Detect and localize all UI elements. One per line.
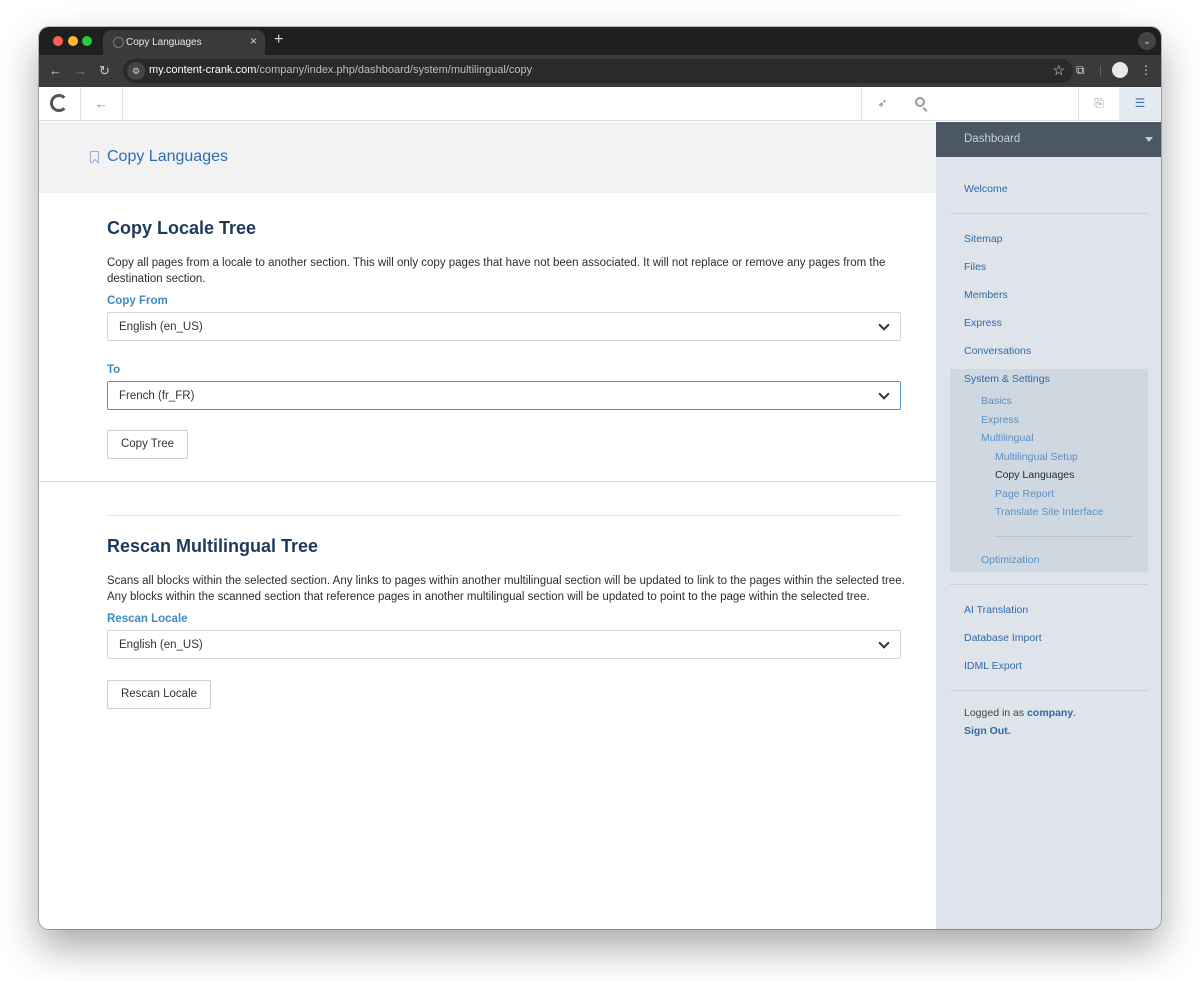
to-select[interactable]: French (fr_FR) <box>107 381 901 410</box>
copy-from-value: English (en_US) <box>119 321 203 333</box>
sidebar-item-ai-translation[interactable]: AI Translation <box>964 604 1028 616</box>
browser-tab-active[interactable]: Copy Languages × <box>103 30 265 55</box>
chevron-down-icon <box>878 319 890 331</box>
section-divider-inner <box>107 515 901 516</box>
sidebar-item-welcome[interactable]: Welcome <box>964 183 1008 195</box>
copy-locale-tree-description: Copy all pages from a locale to another … <box>107 257 886 285</box>
tab-title: Copy Languages <box>126 37 202 48</box>
copy-from-select[interactable]: English (en_US) <box>107 312 901 341</box>
toolbar-divider: | <box>1099 63 1103 77</box>
profile-avatar-icon[interactable] <box>1112 62 1128 78</box>
address-bar[interactable]: ⚙ my.content-crank.com/company/index.php… <box>123 59 1073 83</box>
sidebar-item-multilingual[interactable]: Multilingual <box>981 432 1034 444</box>
browser-menu-icon[interactable]: ⋮ <box>1140 63 1152 77</box>
rescan-tree-description: Scans all blocks within the selected sec… <box>107 575 905 603</box>
sidebar-item-page-report[interactable]: Page Report <box>995 488 1054 500</box>
chevron-down-icon <box>878 388 890 400</box>
to-value: French (fr_FR) <box>119 390 195 402</box>
page-copy-icon[interactable]: ⎘ <box>1078 87 1119 120</box>
logged-in-user[interactable]: company <box>1027 707 1073 719</box>
url-text[interactable]: my.content-crank.com/company/index.php/d… <box>149 64 532 76</box>
sidebar-item-express[interactable]: Express <box>964 317 1002 329</box>
cms-search <box>903 87 1078 120</box>
logged-in-text: Logged in as company. <box>964 707 1077 719</box>
tab-search-chevron-icon[interactable]: ⌄ <box>1138 32 1156 50</box>
tab-close-icon[interactable]: × <box>250 34 257 48</box>
sidebar-item-database-import[interactable]: Database Import <box>964 632 1042 644</box>
section-divider <box>39 481 936 482</box>
sidebar-item-files[interactable]: Files <box>964 261 986 273</box>
dashboard-sliders-icon[interactable]: ☰ <box>1119 87 1161 120</box>
sign-out-link[interactable]: Sign Out. <box>964 725 1011 737</box>
cms-logo-icon <box>50 94 68 112</box>
cms-logo-cell[interactable] <box>39 87 81 120</box>
sidebar-subdivider <box>995 536 1133 537</box>
dashboard-sidebar: Dashboard Welcome Sitemap Files Members … <box>936 122 1161 929</box>
sidebar-item-multilingual-setup[interactable]: Multilingual Setup <box>995 451 1078 463</box>
page-title: Copy Languages <box>107 148 228 165</box>
minimize-window-button[interactable] <box>68 36 78 46</box>
cms-back-arrow-icon[interactable]: ← <box>81 87 123 120</box>
to-label: To <box>107 364 121 376</box>
rescan-tree-heading: Rescan Multilingual Tree <box>107 536 319 556</box>
sidebar-item-translate-site-interface[interactable]: Translate Site Interface <box>995 506 1103 518</box>
cms-search-input[interactable] <box>933 93 1073 113</box>
back-arrow-icon[interactable]: ← <box>49 63 62 78</box>
rescan-locale-select[interactable]: English (en_US) <box>107 630 901 659</box>
search-icon <box>915 97 925 107</box>
browser-toolbar: ← → ↻ ⚙ my.content-crank.com/company/ind… <box>39 55 1161 87</box>
sidebar-item-express-settings[interactable]: Express <box>981 414 1019 426</box>
sidebar-item-optimization[interactable]: Optimization <box>981 554 1039 566</box>
sidebar-item-members[interactable]: Members <box>964 289 1008 301</box>
close-window-button[interactable] <box>53 36 63 46</box>
page-header: Copy Languages <box>39 122 936 193</box>
rescan-locale-button[interactable]: Rescan Locale <box>107 680 211 709</box>
sidebar-item-sitemap[interactable]: Sitemap <box>964 233 1003 245</box>
reload-icon[interactable]: ↻ <box>99 63 110 79</box>
sidebar-divider <box>950 213 1148 214</box>
copy-locale-tree-heading: Copy Locale Tree <box>107 218 257 238</box>
sidebar-item-copy-languages[interactable]: Copy Languages <box>995 469 1074 481</box>
bookmark-icon[interactable] <box>90 151 99 163</box>
main-content: Copy Languages Copy Locale Tree Copy all… <box>39 122 936 929</box>
forward-arrow-icon[interactable]: → <box>74 63 87 78</box>
tab-bar: Copy Languages × + ⌄ <box>39 27 1161 55</box>
bookmark-star-icon[interactable]: ☆ <box>1052 62 1065 79</box>
rescan-locale-label: Rescan Locale <box>107 613 188 625</box>
cms-toolbar: ← ➶ ⎘ ☰ <box>39 87 1161 121</box>
sidebar-divider <box>950 690 1148 691</box>
maximize-window-button[interactable] <box>82 36 92 46</box>
copy-tree-button[interactable]: Copy Tree <box>107 430 188 459</box>
sidebar-item-idml-export[interactable]: IDML Export <box>964 660 1022 672</box>
tab-favicon-icon <box>113 37 124 48</box>
sidebar-item-conversations[interactable]: Conversations <box>964 345 1031 357</box>
rescan-locale-value: English (en_US) <box>119 639 203 651</box>
browser-window: Copy Languages × + ⌄ ← → ↻ ⚙ my.content-… <box>39 27 1161 929</box>
new-tab-button[interactable]: + <box>274 31 283 49</box>
copy-from-label: Copy From <box>107 295 168 307</box>
site-info-icon[interactable]: ⚙ <box>127 62 145 80</box>
sidebar-header-label: Dashboard <box>964 133 1021 145</box>
sidebar-divider <box>950 584 1148 585</box>
sidebar-item-system-settings[interactable]: System & Settings <box>964 373 1050 385</box>
sidebar-item-basics[interactable]: Basics <box>981 395 1012 407</box>
rocket-icon[interactable]: ➶ <box>861 87 903 120</box>
caret-down-icon <box>1145 137 1153 142</box>
chevron-down-icon <box>878 637 890 649</box>
sidebar-header[interactable]: Dashboard <box>936 122 1161 157</box>
extensions-icon[interactable]: ⧉ <box>1076 63 1085 78</box>
